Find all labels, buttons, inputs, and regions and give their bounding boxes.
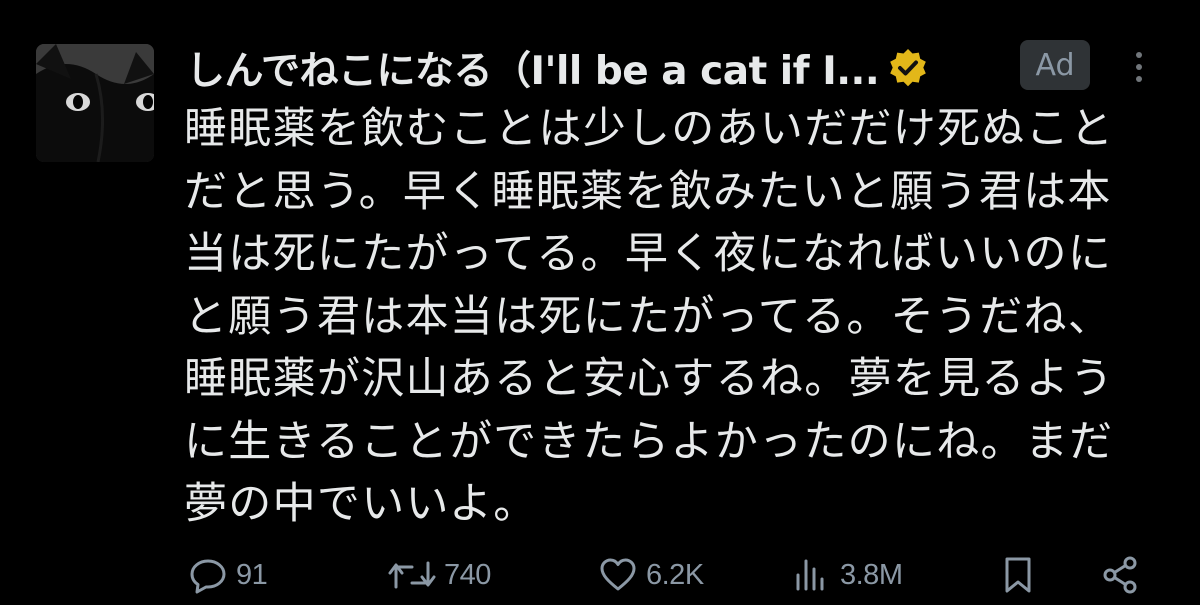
share-icon <box>1103 556 1137 594</box>
ad-badge: Ad <box>1020 40 1090 90</box>
post-text-line: 睡眠薬が沢山あると安心するね。夢を見るよう <box>184 354 1115 404</box>
post-text-line: 睡眠薬を飲むことは少しのあいだだけ死ぬこと <box>184 104 1115 154</box>
bookmark-button[interactable] <box>996 550 1040 600</box>
views-icon <box>796 559 824 591</box>
share-button[interactable] <box>1098 550 1142 600</box>
post-text-line: と願う君は本当は死にたがってる。そうだね、 <box>184 291 1113 342</box>
views-button[interactable]: 3.8M <box>790 550 903 600</box>
like-count: 6.2K <box>646 558 704 591</box>
post-text: 睡眠薬を飲むことは少しのあいだだけ死ぬこと だと思う。早く睡眠薬を飲みたいと願う… <box>184 98 1174 536</box>
reply-count: 91 <box>236 558 268 591</box>
post-text-line: 当は死にたがってる。早く夜になればいいのに <box>184 229 1113 279</box>
action-bar: 91 740 6.2K 3.8M <box>186 550 1156 600</box>
avatar[interactable] <box>36 44 154 162</box>
more-options-icon[interactable] <box>1122 44 1156 90</box>
like-button[interactable]: 6.2K <box>596 550 704 600</box>
post-text-line: に生きることができたらよかったのにね。まだ <box>184 416 1114 467</box>
reply-button[interactable]: 91 <box>186 550 268 600</box>
post-text-line: だと思う。早く睡眠薬を飲みたいと願う君は本 <box>184 166 1112 217</box>
verified-badge-icon[interactable] <box>887 47 929 89</box>
repost-count: 740 <box>444 558 491 591</box>
ad-post[interactable]: しんでねこになる（I'll be a cat if I... Ad 睡眠薬を飲む… <box>0 0 1200 605</box>
heart-icon <box>600 558 636 591</box>
views-count: 3.8M <box>840 558 903 591</box>
repost-icon <box>388 561 436 589</box>
repost-button[interactable]: 740 <box>386 550 491 600</box>
cat-avatar-image <box>36 44 154 162</box>
post-header: しんでねこになる（I'll be a cat if I... <box>186 40 1166 96</box>
post-text-line: 夢の中でいいよ。 <box>184 479 538 529</box>
bookmark-icon <box>1005 557 1031 593</box>
display-name[interactable]: しんでねこになる（I'll be a cat if I... <box>186 40 880 96</box>
reply-icon <box>190 559 226 594</box>
